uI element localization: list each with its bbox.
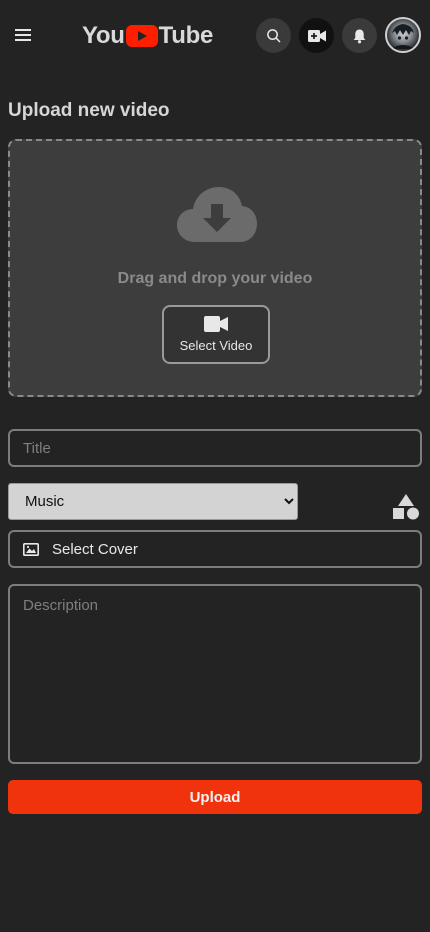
video-camera-icon: [204, 316, 228, 332]
category-select[interactable]: Music: [8, 483, 298, 520]
search-icon[interactable]: [256, 18, 291, 53]
video-camera-icon[interactable]: [299, 18, 334, 53]
title-input[interactable]: [8, 429, 422, 467]
avatar[interactable]: [385, 17, 421, 53]
youtube-logo[interactable]: You Tube: [82, 20, 213, 52]
play-logo-icon: [125, 25, 158, 47]
bell-icon[interactable]: [342, 18, 377, 53]
select-cover-label: Select Cover: [52, 540, 138, 558]
video-drop-zone[interactable]: Drag and drop your video Select Video: [8, 139, 422, 397]
page-title: Upload new video: [8, 100, 170, 121]
select-cover-button[interactable]: Select Cover: [8, 530, 422, 568]
select-video-label: Select Video: [179, 338, 253, 353]
drop-instructions: Drag and drop your video: [117, 270, 313, 287]
select-video-button[interactable]: Select Video: [162, 305, 270, 364]
logo-text-left: You: [82, 22, 125, 49]
menu-icon[interactable]: [12, 24, 34, 46]
logo-text-right: Tube: [158, 22, 214, 49]
description-input[interactable]: [8, 584, 422, 764]
cloud-download-icon: [177, 187, 257, 242]
image-icon: [23, 542, 39, 556]
top-bar: You Tube: [0, 0, 430, 72]
upload-button[interactable]: Upload: [8, 780, 422, 814]
shapes-icon[interactable]: [392, 494, 420, 520]
